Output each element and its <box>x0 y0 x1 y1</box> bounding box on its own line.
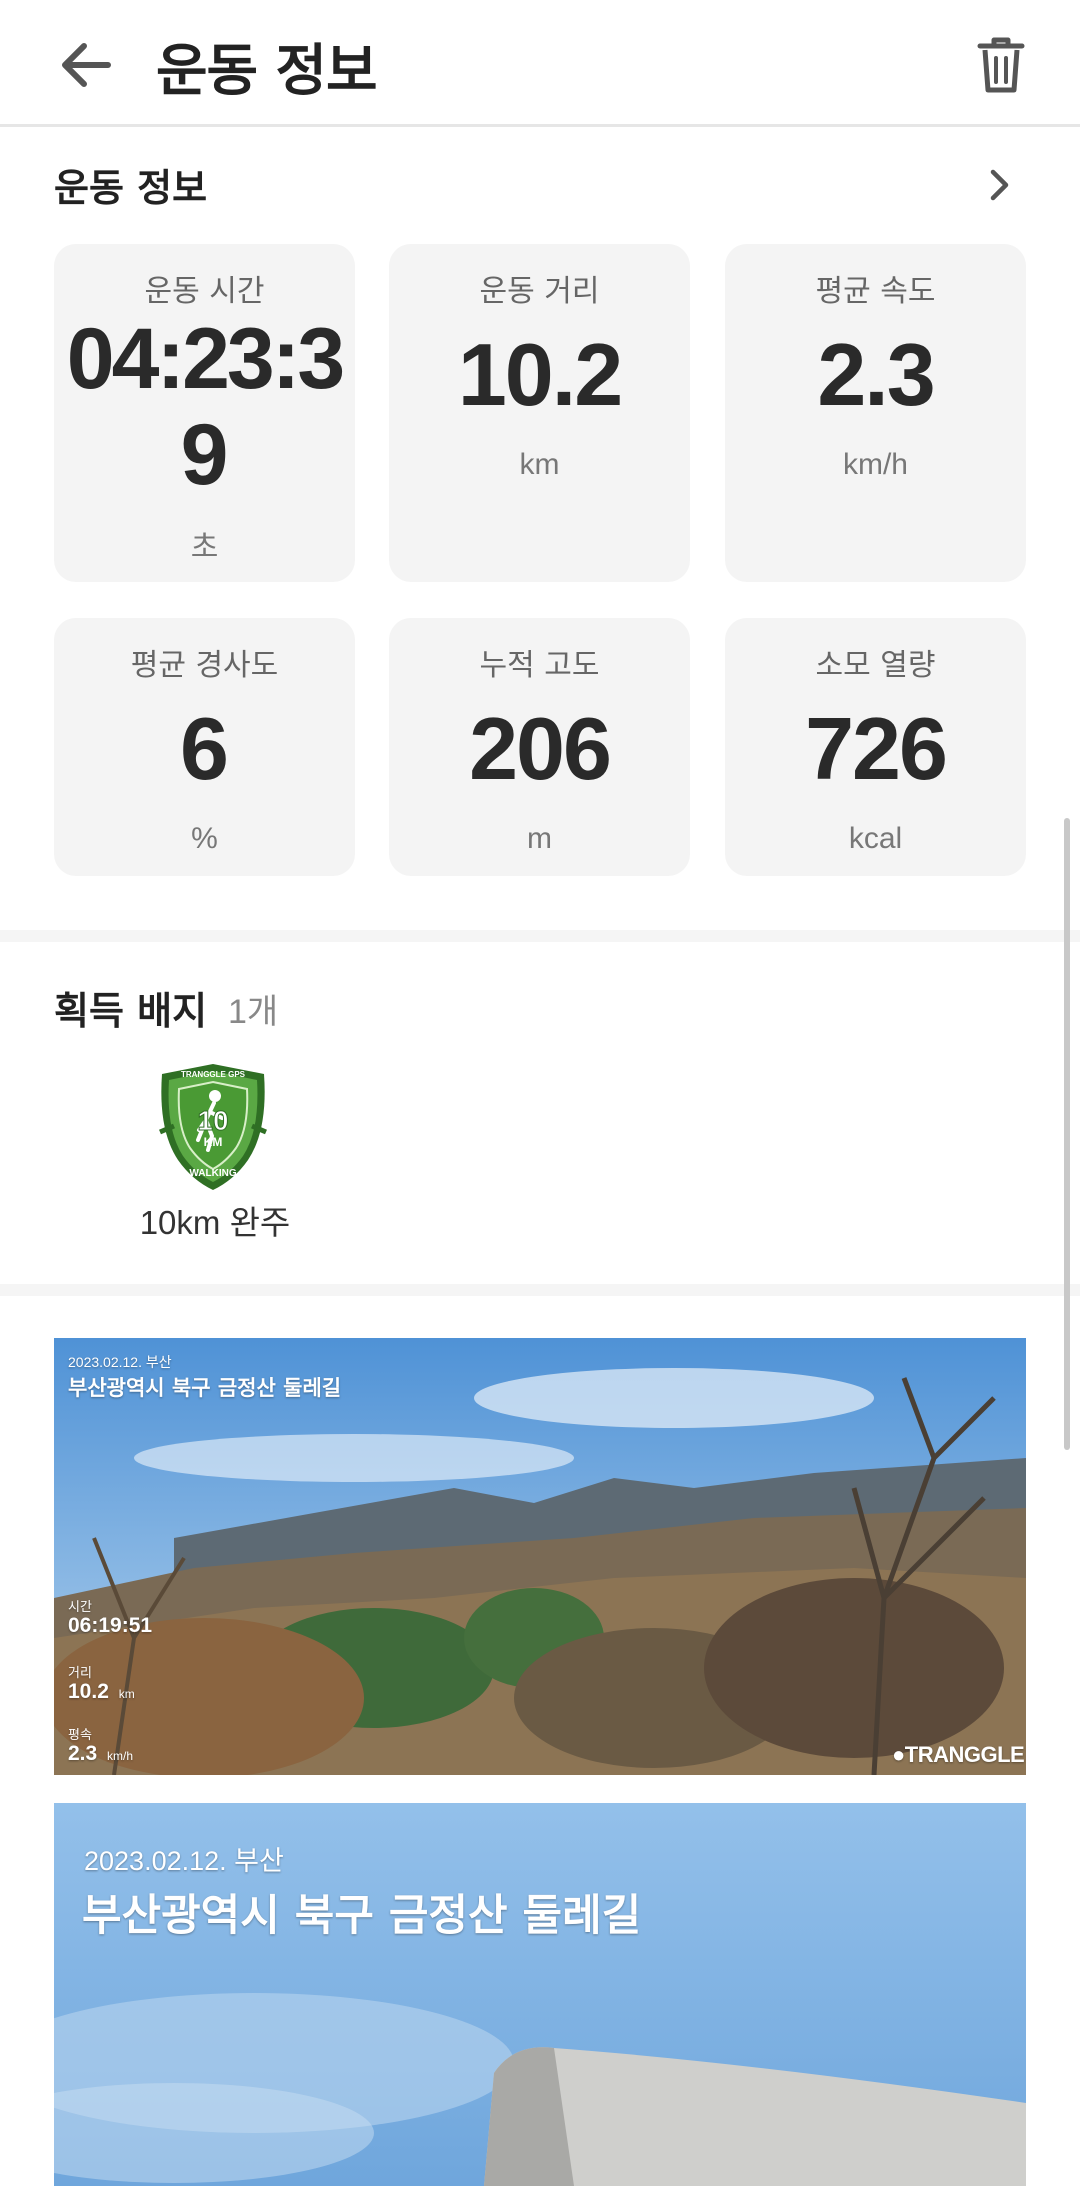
svg-text:10: 10 <box>197 1105 228 1136</box>
stat-label: 운동 시간 <box>144 274 265 309</box>
photo-distance-number: 10.2 <box>68 1680 109 1703</box>
stat-value: 6 <box>180 699 229 798</box>
10km-walking-badge-icon[interactable]: TRANGGLE GPS 10 KM WALKING <box>152 1060 274 1194</box>
trash-icon <box>977 37 1025 93</box>
svg-text:TRANGGLE GPS: TRANGGLE GPS <box>181 1070 246 1079</box>
activity-photo-landmark[interactable]: 2023.02.12. 부산 부산광역시 북구 금정산 둘레길 <box>54 1803 1026 2186</box>
badges-title: 획득 배지 <box>54 989 208 1033</box>
photo-speed-unit: km/h <box>107 1749 134 1763</box>
photo-distance-value: 10.2 km <box>68 1680 135 1704</box>
brand-label: TRANGGLE <box>904 1742 1025 1767</box>
photo-speed-label: 평속 <box>68 1728 92 1743</box>
stat-value: 726 <box>805 699 948 798</box>
stat-value: 10.2 <box>457 325 623 424</box>
photo-place: 부산광역시 북구 금정산 둘레길 <box>68 1376 342 1400</box>
back-button[interactable] <box>52 30 122 100</box>
stat-label: 누적 고도 <box>479 648 600 683</box>
section-more-button[interactable] <box>975 160 1025 210</box>
stat-label: 평균 경사도 <box>130 648 279 683</box>
photo-distance-unit: km <box>118 1687 135 1701</box>
stat-card-duration: 운동 시간 04:23:3 9 초 <box>54 244 355 582</box>
photo-date: 2023.02.12. 부산 <box>68 1354 172 1370</box>
stat-unit: km <box>519 448 560 481</box>
section-divider <box>0 1284 1080 1296</box>
stat-card-distance: 운동 거리 10.2 km <box>389 244 690 582</box>
stat-card-calories: 소모 열량 726 kcal <box>725 618 1026 876</box>
photo-speed-number: 2.3 <box>68 1742 98 1765</box>
activity-photo-summary[interactable]: 2023.02.12. 부산 부산광역시 북구 금정산 둘레길 시간 06:19… <box>54 1338 1026 1775</box>
stat-value: 04:23:3 <box>66 311 345 407</box>
tranggle-logo: ●TRANGGLE <box>892 1742 1025 1768</box>
delete-button[interactable] <box>966 32 1036 102</box>
stat-value: 2.3 <box>817 325 935 424</box>
stat-value: 206 <box>469 699 612 798</box>
badge-label: 10km 완주 <box>139 1204 291 1241</box>
photo-speed-value: 2.3 km/h <box>68 1742 133 1766</box>
arrow-left-icon <box>62 43 111 87</box>
stat-label: 운동 거리 <box>479 274 600 309</box>
section-divider <box>0 930 1080 942</box>
stat-card-elevation: 누적 고도 206 m <box>389 618 690 876</box>
globe-icon: ● <box>892 1742 905 1767</box>
stat-unit: kcal <box>848 822 903 855</box>
stat-unit: km/h <box>842 448 908 481</box>
photo-time-label: 시간 <box>68 1600 92 1615</box>
chevron-right-icon <box>990 169 1009 201</box>
stat-card-avg-speed: 평균 속도 2.3 km/h <box>725 244 1026 582</box>
top-app-bar: 운동 정보 <box>0 0 1080 127</box>
section-title: 운동 정보 <box>54 166 208 210</box>
stat-unit: m <box>527 822 552 855</box>
svg-text:KM: KM <box>204 1135 223 1149</box>
photo-place: 부산광역시 북구 금정산 둘레길 <box>82 1891 642 1941</box>
stat-label: 평균 속도 <box>815 274 936 309</box>
page-title: 운동 정보 <box>156 39 378 104</box>
scrollbar[interactable] <box>1064 818 1070 1450</box>
svg-text:WALKING: WALKING <box>189 1168 236 1179</box>
photo-distance-label: 거리 <box>68 1666 92 1681</box>
badges-count: 1개 <box>228 993 279 1031</box>
stat-unit: 초 <box>190 530 219 565</box>
photo-time-value: 06:19:51 <box>68 1614 153 1637</box>
stat-value-wrap: 9 <box>180 407 229 503</box>
stat-unit: % <box>191 822 218 855</box>
photo-date: 2023.02.12. 부산 <box>84 1846 284 1876</box>
stat-label: 소모 열량 <box>815 648 936 683</box>
stat-card-avg-slope: 평균 경사도 6 % <box>54 618 355 876</box>
